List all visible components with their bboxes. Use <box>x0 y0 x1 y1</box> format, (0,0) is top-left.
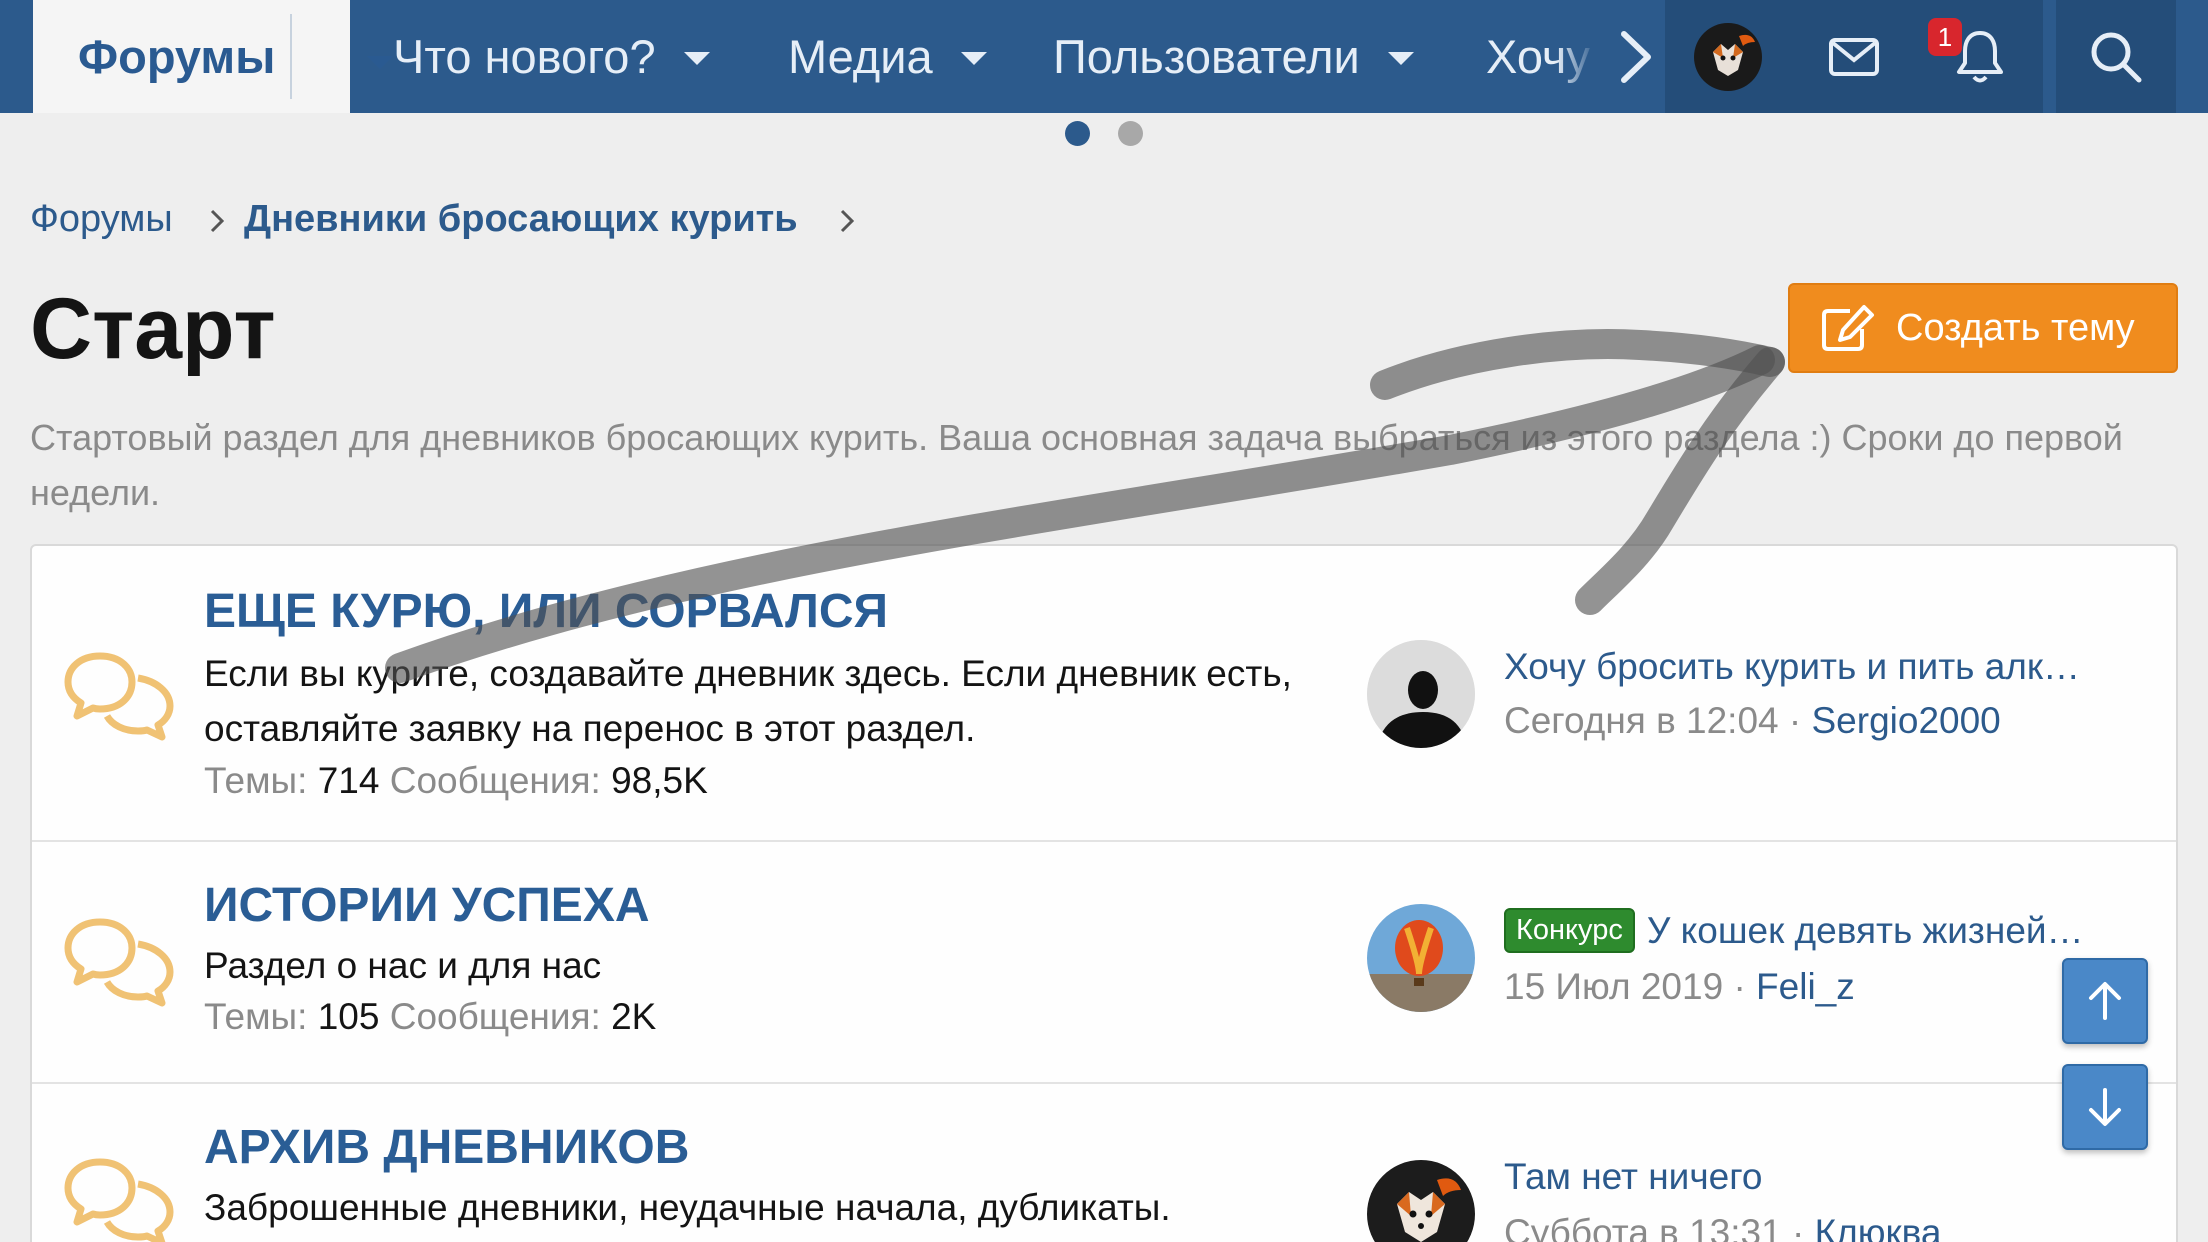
last-post-title[interactable]: Там нет ничего <box>1504 1156 1762 1198</box>
messages-label: Сообщения: <box>389 760 601 801</box>
forum-node-stats: Темы: 105 Сообщения: 2K <box>204 996 656 1038</box>
last-post-title[interactable]: Хочу бросить курить и пить алк… <box>1504 646 2080 688</box>
nav-tab-label: Пользователи <box>1053 30 1360 83</box>
threads-label: Темы: <box>204 996 308 1037</box>
forum-description: Стартовый раздел для дневников бросающих… <box>30 417 2123 513</box>
last-post-title-text: У кошек девять жизней… <box>1646 910 2084 951</box>
nav-tab-label: Форумы <box>78 30 276 83</box>
forum-node-list: ЕЩЕ КУРЮ, ИЛИ СОРВАЛСЯ Если вы курите, с… <box>30 544 2178 1242</box>
messages-count: 2K <box>611 996 657 1037</box>
nav-tab-whats-new[interactable]: Что нового? <box>393 0 710 113</box>
chevron-down-icon <box>960 52 987 65</box>
avatar[interactable] <box>1367 1160 1475 1242</box>
last-post-date: 15 Июл 2019 <box>1504 966 1724 1007</box>
search-icon <box>2091 32 2142 82</box>
last-post-user[interactable]: Feli_z <box>1756 966 1855 1007</box>
breadcrumb-item[interactable]: Дневники бросающих курить <box>244 198 798 241</box>
create-thread-button[interactable]: Создать тему <box>1788 283 2178 373</box>
threads-label: Темы: <box>204 760 308 801</box>
forum-node-description: Заброшенные дневники, неудачные начала, … <box>204 1187 1171 1228</box>
chat-bubbles-icon <box>64 1158 174 1242</box>
chat-bubbles-icon <box>64 918 174 1007</box>
chevron-down-icon <box>1387 52 1414 65</box>
search-button[interactable] <box>2056 0 2176 113</box>
forum-node: ЕЩЕ КУРЮ, ИЛИ СОРВАЛСЯ Если вы курите, с… <box>32 546 2176 842</box>
nav-tab-label: Медиа <box>788 30 933 83</box>
last-post-title[interactable]: Конкурс У кошек девять жизней… <box>1504 908 2084 953</box>
account-button[interactable] <box>1665 0 1791 113</box>
chevron-right-icon <box>840 209 855 233</box>
silhouette-avatar-image <box>1367 640 1475 748</box>
nav-tab-forums[interactable]: Форумы <box>33 0 393 113</box>
create-thread-label: Создать тему <box>1896 306 2135 349</box>
forum-node: ИСТОРИИ УСПЕХА Раздел о нас и для нас Те… <box>32 842 2176 1084</box>
nav-tab-label: Что нового? <box>393 30 656 83</box>
chevron-down-icon <box>683 52 710 65</box>
chevron-right-icon[interactable] <box>1600 22 1670 92</box>
forum-node: АРХИВ ДНЕВНИКОВ Заброшенные дневники, не… <box>32 1084 2176 1242</box>
prefix-badge: Конкурс <box>1504 908 1635 953</box>
page-title: Старт <box>30 281 276 377</box>
page-indicator-dot[interactable] <box>1118 121 1143 146</box>
arrow-down-icon <box>2089 1088 2121 1126</box>
last-post-user[interactable]: Клюква <box>1815 1212 1942 1242</box>
envelope-icon <box>1829 37 1879 76</box>
avatar[interactable] <box>1367 904 1475 1012</box>
nav-tab-label: Хочу <box>1486 30 1590 83</box>
chevron-down-icon[interactable] <box>367 56 393 69</box>
messages-label: Сообщения: <box>389 996 601 1037</box>
breadcrumb-item[interactable]: Форумы <box>30 198 173 241</box>
fox-avatar-image <box>1367 1160 1475 1242</box>
arrow-up-icon <box>2089 982 2121 1020</box>
edit-icon <box>1822 305 1874 351</box>
nav-tab-members[interactable]: Пользователи <box>1053 0 1414 113</box>
threads-count: 714 <box>317 760 380 801</box>
last-post-date: Сегодня в 12:04 <box>1504 700 1779 741</box>
scroll-to-bottom-button[interactable] <box>2062 1064 2148 1150</box>
forum-node-title[interactable]: АРХИВ ДНЕВНИКОВ <box>204 1120 689 1175</box>
tab-divider <box>290 14 292 99</box>
page-indicator-dot-active[interactable] <box>1065 121 1090 146</box>
last-post-date: Суббота в 13:31 <box>1504 1212 1782 1242</box>
balloon-avatar-image <box>1367 904 1475 1012</box>
scroll-to-top-button[interactable] <box>2062 958 2148 1044</box>
forum-node-title[interactable]: ЕЩЕ КУРЮ, ИЛИ СОРВАЛСЯ <box>204 584 888 639</box>
last-post-meta: Сегодня в 12:04 · Sergio2000 <box>1504 700 2001 741</box>
nav-tab-media[interactable]: Медиа <box>788 0 987 113</box>
top-navigation: Форумы Что нового? Медиа Пользователи Хо… <box>0 0 2208 113</box>
chat-bubbles-icon <box>64 652 174 741</box>
avatar <box>1694 22 1762 91</box>
messages-count: 98,5K <box>611 760 708 801</box>
forum-node-title[interactable]: ИСТОРИИ УСПЕХА <box>204 878 650 933</box>
avatar[interactable] <box>1367 640 1475 748</box>
forum-node-description: Раздел о нас и для нас <box>204 945 602 986</box>
last-post-user[interactable]: Sergio2000 <box>1812 700 2001 741</box>
inbox-button[interactable] <box>1791 0 1917 113</box>
last-post-meta: Суббота в 13:31 · Клюква <box>1504 1212 1942 1242</box>
notification-badge: 1 <box>1928 18 1962 56</box>
nav-tab-more[interactable]: Хочу <box>1486 0 1596 113</box>
alerts-button[interactable] <box>1917 0 2043 113</box>
threads-count: 105 <box>317 996 380 1037</box>
chevron-right-icon <box>210 209 225 233</box>
forum-node-stats: Темы: 714 Сообщения: 98,5K <box>204 760 708 802</box>
forum-node-description: Если вы курите, создавайте дневник здесь… <box>204 653 1292 749</box>
last-post-meta: 15 Июл 2019 · Feli_z <box>1504 966 1855 1007</box>
